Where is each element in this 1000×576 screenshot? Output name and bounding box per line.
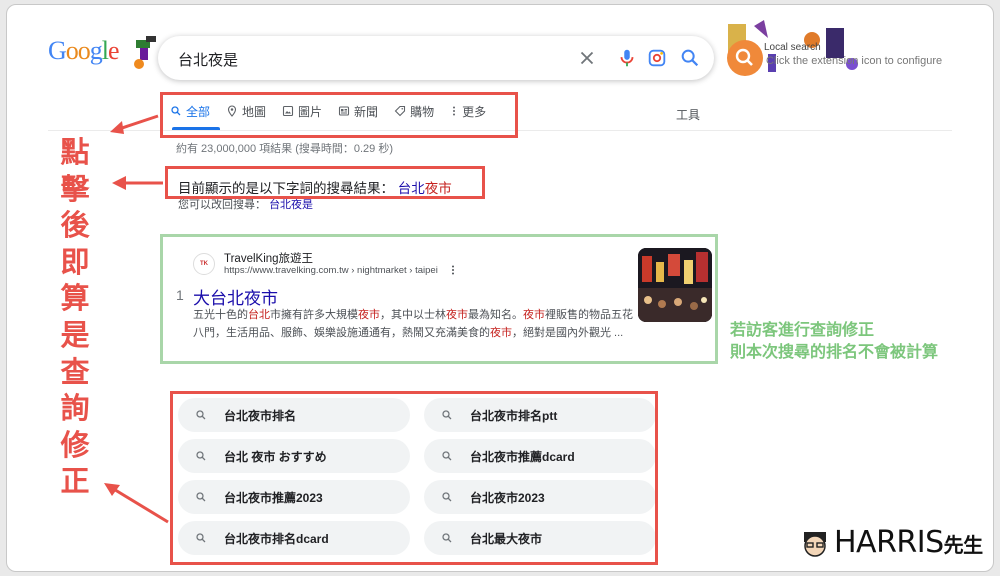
lens-icon[interactable]: [646, 47, 668, 69]
doodle-icon: [134, 36, 156, 69]
result-highlight-box: [160, 234, 718, 364]
extension-title: Local search: [764, 42, 821, 53]
original-query-link[interactable]: 台北夜是: [269, 199, 313, 211]
annotation-right-note: 若訪客進行查詢修正 則本次搜尋的排名不會被計算: [730, 320, 938, 364]
result-stats: 約有 23,000,000 項結果 (搜尋時間：0.29 秒): [176, 143, 394, 155]
clear-icon[interactable]: [576, 47, 598, 69]
right-note-line2: 則本次搜尋的排名不會被計算: [730, 344, 939, 361]
search-input[interactable]: 台北夜是: [178, 49, 238, 70]
search-box[interactable]: 台北夜是: [158, 36, 714, 80]
right-note-line1: 若訪客進行查詢修正: [730, 322, 875, 339]
annotation-left-note: 點擊後即算是查詢修正: [60, 135, 90, 499]
microphone-icon[interactable]: [616, 47, 638, 69]
avatar-icon: [800, 530, 830, 560]
watermark-name: HARRIS: [834, 525, 944, 560]
watermark-suffix: 先生: [943, 533, 984, 557]
watermark: HARRIS先生: [834, 525, 983, 560]
search-icon[interactable]: [679, 47, 701, 69]
instead-prefix: 您可以改回搜尋：: [178, 199, 266, 211]
related-highlight-box: [170, 391, 658, 565]
local-search-extension-button[interactable]: [727, 40, 763, 76]
correction-highlight-box: [165, 166, 485, 199]
tabs-highlight-box: [160, 92, 518, 138]
extension-hint: Click the extension icon to configure: [766, 55, 943, 67]
tools-button[interactable]: 工具: [676, 106, 700, 123]
search-icon: [735, 48, 753, 66]
google-doodle-logo[interactable]: Google: [48, 36, 163, 82]
